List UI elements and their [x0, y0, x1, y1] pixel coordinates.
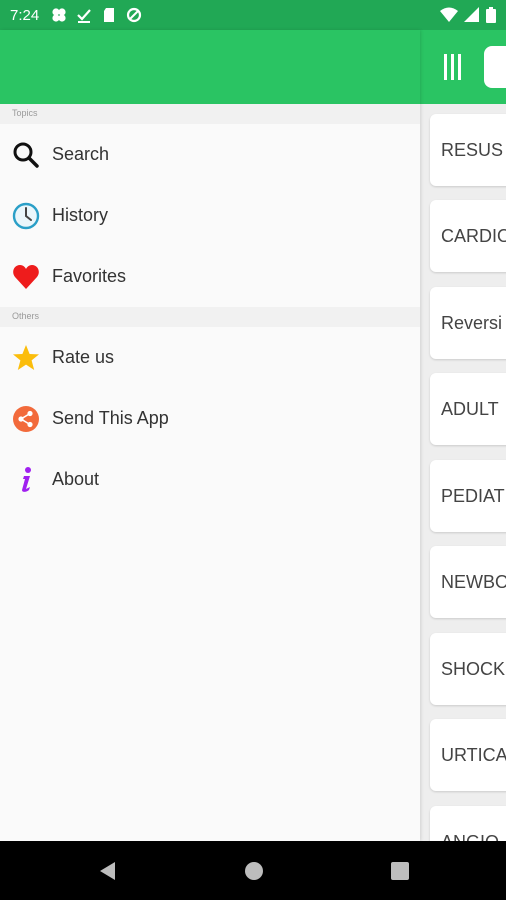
drawer-item-label: Rate us	[52, 347, 115, 367]
wifi-icon	[440, 7, 458, 22]
share-icon	[12, 405, 40, 433]
sd-card-icon	[104, 8, 115, 22]
search-field[interactable]	[484, 46, 506, 88]
signal-icon	[464, 7, 479, 22]
download-done-icon	[77, 9, 92, 23]
drawer-item-label: Search	[52, 144, 110, 164]
battery-icon	[486, 7, 496, 23]
recents-icon[interactable]	[389, 860, 411, 882]
star-icon	[12, 344, 40, 372]
home-icon[interactable]	[243, 860, 265, 882]
status-time: 7:24	[10, 6, 40, 24]
section-label-others: Others	[0, 307, 420, 327]
navigation-drawer: Topics Search History Favorites Others R…	[0, 30, 420, 841]
drawer-item-search[interactable]: Search	[0, 124, 420, 185]
topic-card[interactable]: RESUS	[430, 114, 506, 186]
drawer-item-rate-us[interactable]: Rate us	[0, 327, 420, 388]
topic-card[interactable]: ADULT	[430, 373, 506, 445]
data-saver-icon	[127, 7, 142, 23]
search-icon	[12, 141, 40, 169]
drawer-item-label: Favorites	[52, 266, 127, 286]
topic-card[interactable]: Reversi	[430, 287, 506, 359]
drawer-item-favorites[interactable]: Favorites	[0, 246, 420, 307]
topic-card[interactable]: ANGIO	[430, 806, 506, 841]
drawer-item-label: History	[52, 205, 109, 225]
drawer-item-about[interactable]: About	[0, 449, 420, 510]
heart-icon	[12, 263, 40, 291]
menu-icon[interactable]	[443, 54, 463, 80]
drawer-item-label: Send This App	[52, 408, 169, 428]
app-notification-icon	[52, 8, 66, 22]
section-label-topics: Topics	[0, 104, 420, 124]
back-icon[interactable]	[97, 860, 119, 882]
system-navigation-bar	[0, 841, 506, 900]
status-bar: 7:24	[0, 0, 506, 30]
status-right-icons	[440, 7, 496, 23]
topic-list: RESUS CARDIO Reversi ADULT PEDIAT NEWBO …	[420, 104, 506, 841]
drawer-header	[0, 30, 420, 104]
drawer-item-send-app[interactable]: Send This App	[0, 388, 420, 449]
drawer-item-label: About	[52, 469, 100, 489]
info-icon	[12, 466, 40, 494]
clock-icon	[12, 202, 40, 230]
drawer-item-history[interactable]: History	[0, 185, 420, 246]
topic-card[interactable]: CARDIO	[430, 200, 506, 272]
topic-card[interactable]: URTICA	[430, 719, 506, 791]
topic-card[interactable]: PEDIAT	[430, 460, 506, 532]
topic-card[interactable]: NEWBO	[430, 546, 506, 618]
topic-card[interactable]: SHOCK	[430, 633, 506, 705]
